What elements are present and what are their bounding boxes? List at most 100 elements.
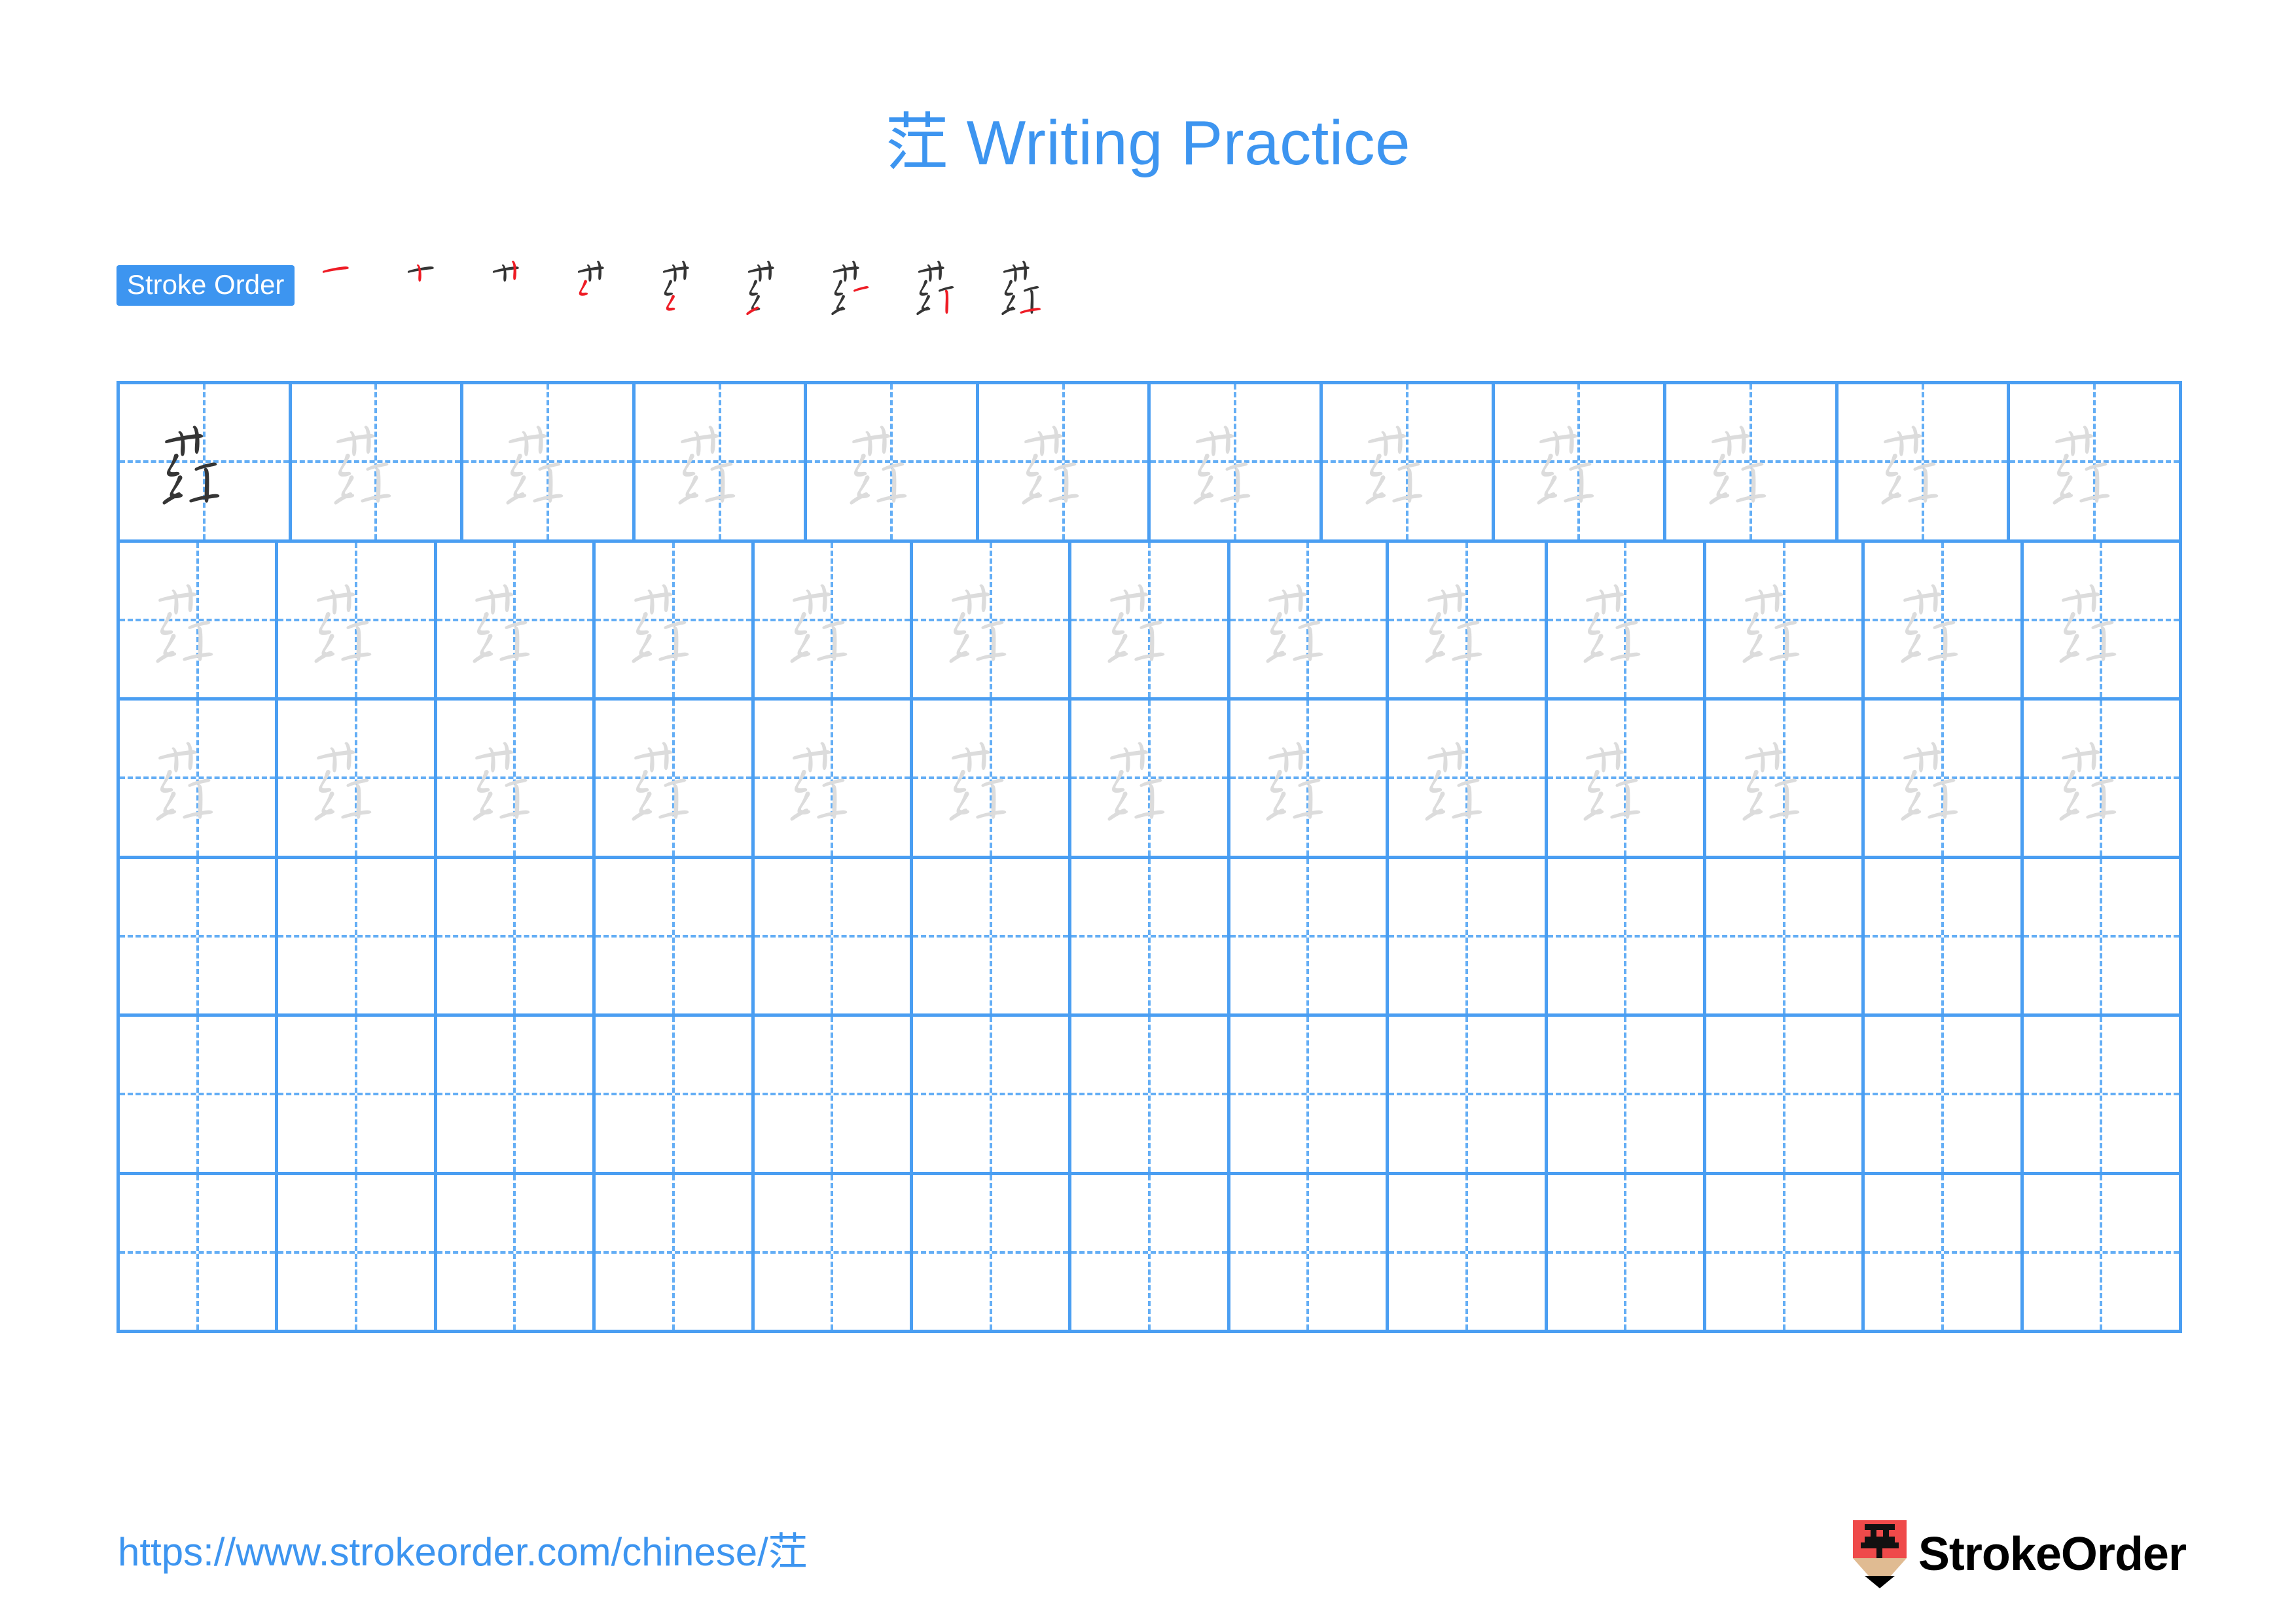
practice-cell-blank[interactable] <box>2023 1175 2183 1333</box>
practice-cell-trace[interactable] <box>278 542 437 701</box>
practice-cell-trace[interactable] <box>754 701 913 859</box>
practice-cell-blank[interactable] <box>120 1017 279 1175</box>
practice-cell-trace[interactable] <box>1494 384 1667 543</box>
practice-cell-trace[interactable] <box>2023 542 2183 701</box>
practice-cell-blank[interactable] <box>278 1017 437 1175</box>
footer-url-link[interactable]: https://www.strokeorder.com/chinese/茳 <box>118 1525 808 1579</box>
practice-cell-blank[interactable] <box>120 1175 279 1333</box>
brand-logo[interactable]: StrokeOrder <box>1852 1518 2187 1591</box>
trace-character-glyph <box>850 426 907 505</box>
practice-cell-blank[interactable] <box>1230 1175 1390 1333</box>
practice-cell-blank[interactable] <box>1547 858 1706 1017</box>
practice-cell-trace[interactable] <box>291 384 464 543</box>
practice-cell-blank[interactable] <box>1706 1017 1865 1175</box>
practice-cell-blank[interactable] <box>596 858 755 1017</box>
practice-cell-trace[interactable] <box>2010 384 2182 543</box>
practice-cell-trace[interactable] <box>1071 701 1230 859</box>
trace-character <box>1230 719 1386 837</box>
cell-guide-horizontal <box>278 934 434 938</box>
trace-character-glyph <box>1742 584 1799 663</box>
page-title-suffix: Writing Practice <box>948 108 1411 178</box>
practice-cell-blank[interactable] <box>120 858 279 1017</box>
practice-cell-blank[interactable] <box>754 1017 913 1175</box>
practice-cell-blank[interactable] <box>1547 1175 1706 1333</box>
practice-cell-blank[interactable] <box>278 858 437 1017</box>
trace-character <box>437 561 592 679</box>
stroke-step-4-glyph <box>578 261 605 296</box>
practice-cell-blank[interactable] <box>1389 1017 1548 1175</box>
practice-cell-trace[interactable] <box>437 701 596 859</box>
practice-cell-trace[interactable] <box>120 542 279 701</box>
practice-cell-blank[interactable] <box>912 1017 1072 1175</box>
practice-cell-trace[interactable] <box>1838 384 2011 543</box>
trace-character <box>913 719 1068 837</box>
practice-cell-blank[interactable] <box>596 1175 755 1333</box>
practice-cell-blank[interactable] <box>1706 858 1865 1017</box>
trace-character-glyph <box>1425 584 1482 663</box>
practice-cell-trace[interactable] <box>1389 701 1548 859</box>
practice-cell-trace[interactable] <box>437 542 596 701</box>
practice-cell-trace[interactable] <box>754 542 913 701</box>
practice-cell-trace[interactable] <box>596 701 755 859</box>
practice-cell-trace[interactable] <box>1865 701 2024 859</box>
practice-cell-blank[interactable] <box>1071 1175 1230 1333</box>
practice-cell-trace[interactable] <box>635 384 808 543</box>
stroke-order-steps <box>309 245 1075 326</box>
practice-cell-trace[interactable] <box>1389 542 1548 701</box>
practice-cell-trace[interactable] <box>912 542 1072 701</box>
practice-cell-trace[interactable] <box>1071 542 1230 701</box>
practice-cell-blank[interactable] <box>1071 1017 1230 1175</box>
trace-character-glyph <box>314 584 372 663</box>
practice-cell-blank[interactable] <box>1071 858 1230 1017</box>
practice-cell-blank[interactable] <box>2023 858 2183 1017</box>
practice-cell-trace[interactable] <box>1706 701 1865 859</box>
practice-cell-trace[interactable] <box>463 384 636 543</box>
practice-cell-trace[interactable] <box>1547 701 1706 859</box>
practice-cell-blank[interactable] <box>754 1175 913 1333</box>
practice-cell-blank[interactable] <box>1865 858 2024 1017</box>
practice-cell-trace[interactable] <box>1666 384 1839 543</box>
practice-cell-blank[interactable] <box>1389 858 1548 1017</box>
trace-character <box>1706 561 1861 679</box>
practice-cell-trace[interactable] <box>807 384 979 543</box>
practice-cell-blank[interactable] <box>1389 1175 1548 1333</box>
cell-guide-horizontal <box>1389 1250 1545 1254</box>
practice-cell-trace[interactable] <box>1547 542 1706 701</box>
practice-cell-trace[interactable] <box>278 701 437 859</box>
trace-character <box>292 403 461 520</box>
practice-cell-blank[interactable] <box>912 858 1072 1017</box>
practice-cell-blank[interactable] <box>1865 1017 2024 1175</box>
practice-cell-trace[interactable] <box>1706 542 1865 701</box>
practice-cell-trace[interactable] <box>120 701 279 859</box>
practice-cell-trace[interactable] <box>1230 542 1390 701</box>
practice-cell-blank[interactable] <box>754 858 913 1017</box>
trace-character <box>596 719 751 837</box>
practice-cell-blank[interactable] <box>278 1175 437 1333</box>
practice-cell-trace[interactable] <box>1151 384 1323 543</box>
practice-cell-trace[interactable] <box>1865 542 2024 701</box>
practice-cell-blank[interactable] <box>2023 1017 2183 1175</box>
trace-character-glyph <box>1901 742 1958 821</box>
practice-cell-trace[interactable] <box>596 542 755 701</box>
practice-cell-blank[interactable] <box>596 1017 755 1175</box>
practice-cell-trace[interactable] <box>2023 701 2183 859</box>
practice-cell-blank[interactable] <box>1230 858 1390 1017</box>
practice-cell-trace[interactable] <box>912 701 1072 859</box>
practice-cell-blank[interactable] <box>437 1017 596 1175</box>
trace-character <box>807 403 976 520</box>
practice-cell-model[interactable] <box>120 384 292 543</box>
practice-grid-row-4 <box>120 858 2183 1017</box>
practice-cell-blank[interactable] <box>1865 1175 2024 1333</box>
practice-cell-blank[interactable] <box>1706 1175 1865 1333</box>
practice-cell-blank[interactable] <box>912 1175 1072 1333</box>
practice-cell-trace[interactable] <box>1230 701 1390 859</box>
practice-cell-blank[interactable] <box>437 1175 596 1333</box>
practice-cell-blank[interactable] <box>1230 1017 1390 1175</box>
stroke-step-9-glyph <box>1001 261 1041 316</box>
practice-cell-trace[interactable] <box>1323 384 1495 543</box>
page-title: 茳 Writing Practice <box>0 103 2296 183</box>
practice-cell-trace[interactable] <box>978 384 1151 543</box>
trace-character <box>1548 561 1703 679</box>
practice-cell-blank[interactable] <box>1547 1017 1706 1175</box>
practice-cell-blank[interactable] <box>437 858 596 1017</box>
